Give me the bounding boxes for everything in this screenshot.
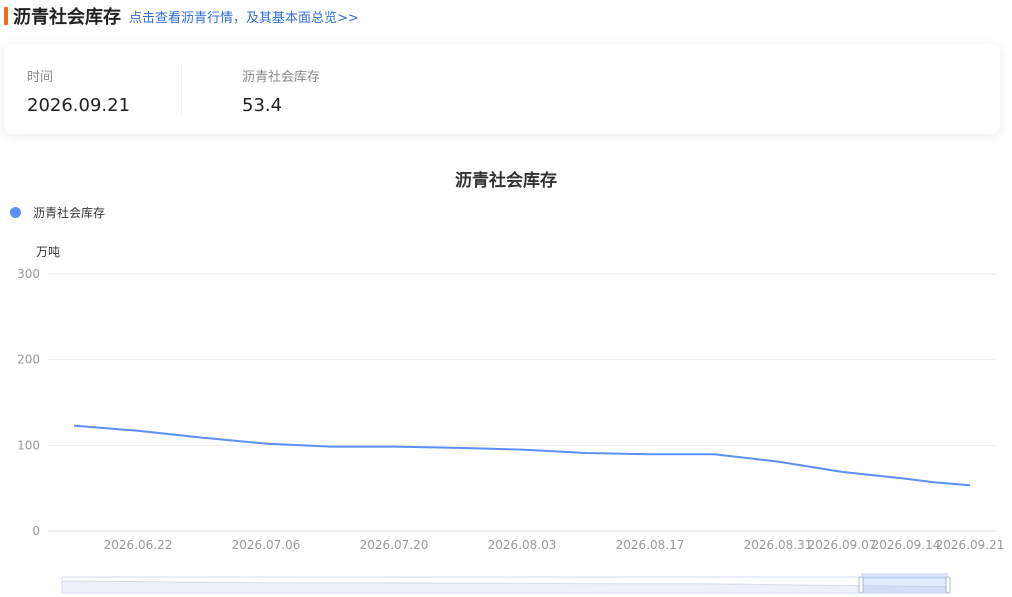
series-line	[73, 424, 971, 487]
data-point[interactable]	[263, 441, 269, 447]
data-point[interactable]	[455, 445, 461, 451]
y-tick-label: 300	[17, 267, 40, 281]
data-point[interactable]	[519, 447, 525, 453]
x-tick-label: 2026.09.14	[872, 538, 941, 552]
x-tick-label: 2026.09.07	[808, 538, 877, 552]
data-point[interactable]	[775, 459, 781, 465]
x-tick-label: 2026.09.21	[936, 538, 1005, 552]
data-point[interactable]	[711, 451, 717, 457]
y-tick-label: 0	[32, 524, 40, 538]
y-tick-label: 200	[17, 353, 40, 367]
data-point[interactable]	[967, 482, 973, 488]
y-axis-unit-label: 万吨	[36, 245, 60, 259]
x-tick-label: 2026.08.17	[616, 538, 685, 552]
data-point[interactable]	[903, 476, 909, 482]
data-point[interactable]	[647, 451, 653, 457]
x-tick-label: 2026.07.06	[232, 538, 301, 552]
data-point[interactable]	[583, 450, 589, 456]
zoom-handle[interactable]	[945, 576, 951, 594]
data-point[interactable]	[135, 428, 141, 434]
line-chart: 万吨 0 100 200 300 2026.06.22 2026.07.06 2026.07.…	[17, 245, 1005, 594]
data-point[interactable]	[199, 435, 205, 441]
data-point[interactable]	[930, 479, 936, 485]
data-point[interactable]	[839, 469, 845, 475]
x-tick-label: 2026.06.22	[104, 538, 173, 552]
zoom-selected-window[interactable]	[860, 576, 949, 594]
x-tick-label: 2026.07.20	[360, 538, 429, 552]
zoom-handle[interactable]	[858, 576, 864, 594]
y-tick-label: 100	[17, 438, 40, 452]
x-tick-label: 2026.08.03	[488, 538, 557, 552]
data-point[interactable]	[327, 444, 333, 450]
data-point[interactable]	[71, 423, 77, 429]
x-tick-label: 2026.08.31	[744, 538, 813, 552]
data-point[interactable]	[391, 444, 397, 450]
